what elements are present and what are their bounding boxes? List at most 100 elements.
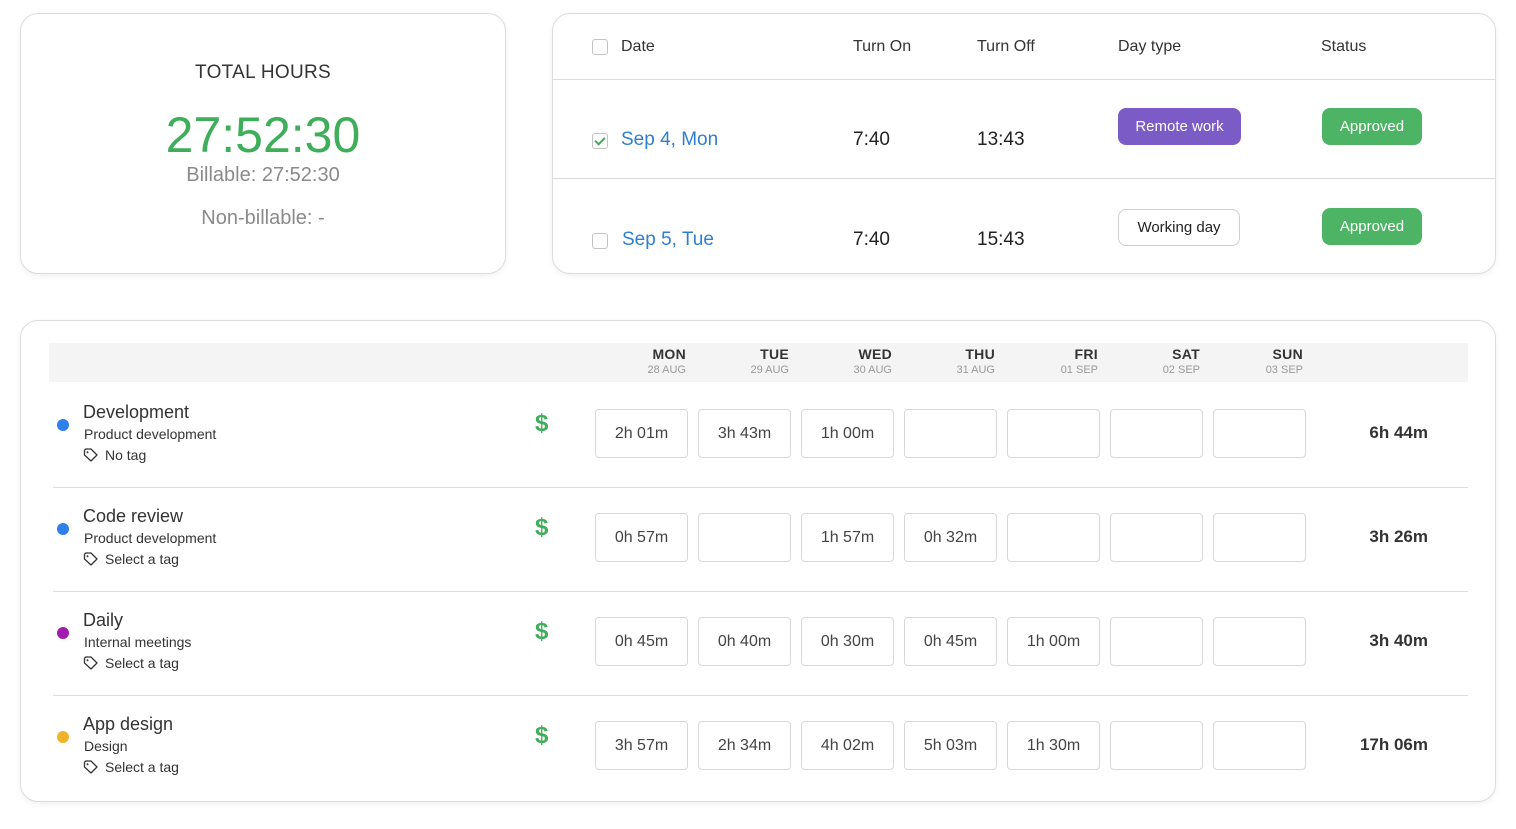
time-entry-input[interactable]	[1213, 409, 1306, 458]
time-entry-input[interactable]	[1213, 617, 1306, 666]
task-color-dot	[57, 731, 69, 743]
time-entry-input[interactable]: 0h 57m	[595, 513, 688, 562]
tag-icon	[83, 552, 98, 566]
time-entry-input[interactable]	[1213, 721, 1306, 770]
time-entry-input[interactable]: 3h 43m	[698, 409, 791, 458]
turn-on-time: 7:40	[853, 129, 890, 150]
day-header: WED 30 AUG	[792, 346, 892, 376]
time-entry-input[interactable]: 1h 57m	[801, 513, 894, 562]
task-row: Daily Internal meetings Select a tag $0h 45…	[53, 592, 1468, 696]
header-status: Status	[1321, 38, 1367, 55]
time-entry-input[interactable]	[904, 409, 997, 458]
task-name[interactable]: Code review	[83, 506, 183, 527]
time-entry-input[interactable]: 0h 30m	[801, 617, 894, 666]
task-project: Design	[84, 738, 128, 754]
day-header: MON 28 AUG	[586, 346, 686, 376]
day-date: 29 AUG	[750, 364, 789, 376]
time-entry-input[interactable]	[1110, 721, 1203, 770]
dollar-icon[interactable]: $	[535, 514, 548, 542]
day-date: 30 AUG	[853, 364, 892, 376]
time-entry-input[interactable]: 0h 45m	[595, 617, 688, 666]
non-billable-hours: Non-billable: -	[201, 207, 325, 229]
days-table-header: Date Turn On Turn Off Day type Status	[553, 14, 1495, 80]
turn-on-time: 7:40	[853, 229, 890, 250]
row-total: 3h 40m	[1369, 631, 1428, 650]
time-entry-input[interactable]: 0h 40m	[698, 617, 791, 666]
task-project: Product development	[84, 426, 217, 442]
time-entry-input[interactable]: 0h 45m	[904, 617, 997, 666]
row-total: 3h 26m	[1369, 527, 1428, 546]
task-tag-label: No tag	[105, 447, 147, 463]
day-header: SUN 03 SEP	[1203, 346, 1303, 376]
time-entry-input[interactable]	[1007, 409, 1100, 458]
time-entry-input[interactable]: 1h 30m	[1007, 721, 1100, 770]
task-tag[interactable]: Select a tag	[83, 551, 179, 567]
day-name: WED	[858, 346, 892, 362]
task-name[interactable]: Development	[83, 402, 189, 423]
tag-icon	[83, 760, 98, 774]
day-header: TUE 29 AUG	[689, 346, 789, 376]
time-entry-input[interactable]	[1110, 409, 1203, 458]
task-tag[interactable]: Select a tag	[83, 655, 179, 671]
task-name[interactable]: App design	[83, 714, 173, 735]
dollar-icon[interactable]: $	[535, 410, 548, 438]
time-entry-input[interactable]	[698, 513, 791, 562]
time-entry-input[interactable]: 4h 02m	[801, 721, 894, 770]
status-badge: Approved	[1322, 108, 1422, 145]
date-link[interactable]: Sep 5, Tue	[622, 229, 714, 251]
turn-off-time: 15:43	[977, 229, 1025, 250]
turn-off-time: 13:43	[977, 129, 1025, 150]
task-row: Code review Product development Select a t…	[53, 488, 1468, 592]
day-type-badge[interactable]: Working day	[1118, 209, 1240, 246]
task-color-dot	[57, 419, 69, 431]
day-date: 02 SEP	[1162, 364, 1200, 376]
status-badge: Approved	[1322, 208, 1422, 245]
task-tag[interactable]: No tag	[83, 447, 146, 463]
day-row[interactable]: Sep 5, Tue 7:40 15:43 Working day Approv…	[553, 179, 1495, 273]
time-entry-input[interactable]	[1110, 617, 1203, 666]
tag-icon	[83, 656, 98, 670]
dollar-icon[interactable]: $	[535, 618, 548, 646]
task-tag[interactable]: Select a tag	[83, 759, 179, 775]
timesheet-card: MON 28 AUG TUE 29 AUG WED 30 AUG THU 31 …	[20, 320, 1496, 802]
day-row[interactable]: Sep 4, Mon 7:40 13:43 Remote work Approv…	[553, 80, 1495, 179]
timesheet-header: MON 28 AUG TUE 29 AUG WED 30 AUG THU 31 …	[49, 343, 1468, 382]
days-table-card: Date Turn On Turn Off Day type Status Se…	[552, 13, 1496, 274]
time-entry-input[interactable]	[1213, 513, 1306, 562]
row-checkbox[interactable]	[592, 133, 608, 149]
day-type-badge[interactable]: Remote work	[1118, 108, 1241, 145]
task-name[interactable]: Daily	[83, 610, 123, 631]
time-entry-input[interactable]: 2h 01m	[595, 409, 688, 458]
header-date: Date	[621, 38, 655, 55]
day-name: MON	[652, 346, 686, 362]
task-row: App design Design Select a tag $3h 57m 2h 34…	[53, 696, 1468, 800]
row-total: 6h 44m	[1369, 423, 1428, 442]
tag-icon	[83, 448, 98, 462]
task-tag-label: Select a tag	[105, 551, 179, 567]
task-color-dot	[57, 523, 69, 535]
time-entry-input[interactable]	[1007, 513, 1100, 562]
date-link[interactable]: Sep 4, Mon	[621, 129, 718, 151]
task-tag-label: Select a tag	[105, 759, 179, 775]
header-day-type: Day type	[1118, 38, 1182, 55]
day-name: FRI	[1074, 346, 1098, 362]
total-hours-card: TOTAL HOURS 27:52:30 Billable: 27:52:30 …	[20, 13, 506, 274]
day-name: TUE	[760, 346, 789, 362]
time-entry-input[interactable]: 5h 03m	[904, 721, 997, 770]
header-turn-on: Turn On	[853, 38, 912, 55]
day-name: THU	[965, 346, 995, 362]
day-header: THU 31 AUG	[895, 346, 995, 376]
time-entry-input[interactable]: 2h 34m	[698, 721, 791, 770]
dollar-icon[interactable]: $	[535, 722, 548, 750]
select-all-checkbox[interactable]	[592, 39, 608, 55]
time-entry-input[interactable]	[1110, 513, 1203, 562]
time-entry-input[interactable]: 1h 00m	[1007, 617, 1100, 666]
day-name: SUN	[1272, 346, 1303, 362]
row-checkbox[interactable]	[592, 233, 608, 249]
time-entry-input[interactable]: 0h 32m	[904, 513, 997, 562]
task-tag-label: Select a tag	[105, 655, 179, 671]
time-entry-input[interactable]: 3h 57m	[595, 721, 688, 770]
task-color-dot	[57, 627, 69, 639]
row-total: 17h 06m	[1359, 735, 1428, 754]
time-entry-input[interactable]: 1h 00m	[801, 409, 894, 458]
